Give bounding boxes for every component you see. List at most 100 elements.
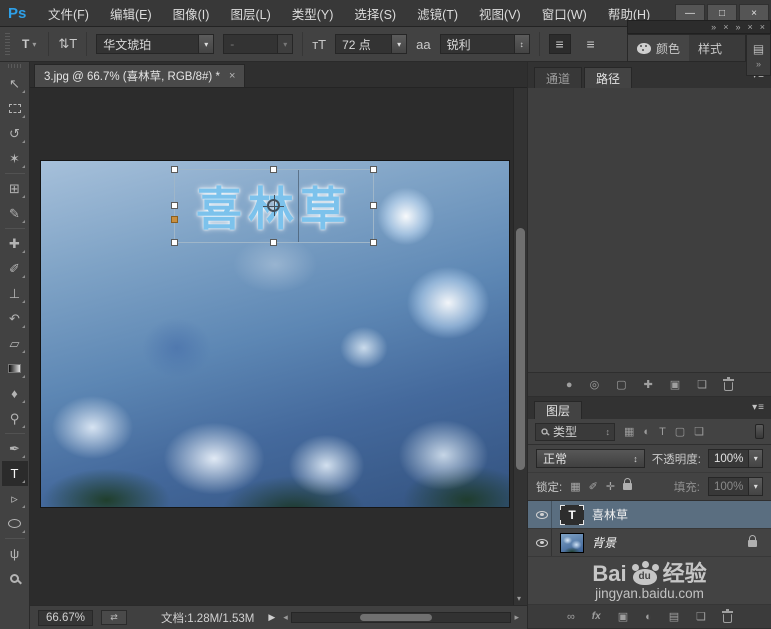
filter-shape-layers-icon[interactable]: ▢ <box>675 425 685 438</box>
add-mask-icon[interactable]: ▣ <box>670 378 680 391</box>
status-flyout-icon[interactable]: ▶ <box>268 612 275 623</box>
scroll-left-arrow-icon[interactable]: ◂ <box>283 612 288 623</box>
text-transform-box[interactable]: 喜林草 <box>171 166 377 246</box>
filter-adjustment-layers-icon[interactable]: ◐ <box>643 426 650 438</box>
opacity-field[interactable]: 100% ▾ <box>708 449 763 468</box>
menu-item-file[interactable]: 文件(F) <box>48 4 89 23</box>
fill-path-icon[interactable]: ● <box>566 379 573 391</box>
eyedropper-tool[interactable]: ✎ <box>2 201 28 226</box>
tool-preset-picker[interactable]: T ▾ <box>19 37 39 51</box>
transform-handle[interactable] <box>171 202 178 209</box>
zoom-level-field[interactable]: 66.67% <box>38 609 94 626</box>
font-family-select[interactable]: 华文琥珀 ▾ <box>96 34 215 54</box>
dodge-tool[interactable]: ⚲ <box>2 406 28 431</box>
collapse-panel-icon[interactable]: » <box>711 22 716 32</box>
make-work-path-icon[interactable]: ✚ <box>644 378 653 391</box>
link-layers-icon[interactable]: ∞ <box>567 611 575 623</box>
blend-mode-select[interactable]: 正常 ↕ <box>536 449 645 468</box>
lock-transparency-icon[interactable]: ▦ <box>570 480 580 493</box>
horizontal-scrollbar-thumb[interactable] <box>359 614 432 621</box>
transform-handle[interactable] <box>270 239 277 246</box>
paragraph-panel-icon[interactable]: ▤ <box>753 42 764 56</box>
menu-item-edit[interactable]: 编辑(E) <box>110 4 152 23</box>
background-layer-thumbnail[interactable] <box>560 532 584 553</box>
zoom-tool[interactable] <box>2 566 28 591</box>
transform-handle[interactable] <box>370 166 377 173</box>
delete-layer-icon[interactable] <box>722 609 734 623</box>
load-path-selection-icon[interactable]: ▢ <box>616 378 626 391</box>
transform-handle[interactable] <box>270 166 277 173</box>
new-layer-icon[interactable]: ❏ <box>696 610 706 623</box>
pen-tool[interactable]: ✒ <box>2 436 28 461</box>
new-path-icon[interactable]: ❏ <box>697 378 707 391</box>
filter-type-layers-icon[interactable]: T <box>659 426 666 438</box>
horizontal-scrollbar[interactable]: ◂ ▸ <box>283 612 519 623</box>
new-group-icon[interactable]: ▤ <box>669 610 679 623</box>
tab-paths[interactable]: 路径 <box>584 67 633 88</box>
anti-alias-select[interactable]: 锐利 ↕ <box>439 34 530 54</box>
canvas-area[interactable]: 喜林草 ▾ <box>30 88 527 605</box>
transform-handle[interactable] <box>370 239 377 246</box>
menu-item-filter[interactable]: 滤镜(T) <box>417 4 458 23</box>
close-document-icon[interactable]: × <box>229 70 235 82</box>
history-brush-tool[interactable]: ↶ <box>2 306 28 331</box>
text-layer-thumbnail[interactable]: T <box>560 504 584 525</box>
layer-filter-select[interactable]: 类型 ↕ <box>535 422 615 441</box>
layer-visibility-toggle[interactable] <box>532 501 552 528</box>
vertical-scrollbar-thumb[interactable] <box>516 228 525 470</box>
align-left-button[interactable]: ≡ <box>548 34 571 54</box>
layer-row-background[interactable]: 背景 <box>528 529 771 557</box>
document-image[interactable]: 喜林草 <box>40 160 510 508</box>
tab-layers[interactable]: 图层 <box>534 401 583 419</box>
expand-dock-icon[interactable]: » <box>756 59 761 69</box>
transform-handle[interactable] <box>171 166 178 173</box>
brush-tool[interactable]: ✐ <box>2 256 28 281</box>
document-tab[interactable]: 3.jpg @ 66.7% (喜林草, RGB/8#) * × <box>34 64 246 87</box>
layer-name[interactable]: 背景 <box>592 534 616 551</box>
menu-item-view[interactable]: 视图(V) <box>479 4 521 23</box>
paths-panel-body[interactable] <box>528 88 771 373</box>
clone-stamp-tool[interactable]: ⊥ <box>2 281 28 306</box>
close-panel-icon[interactable]: × <box>760 22 765 32</box>
delete-path-icon[interactable] <box>723 377 735 391</box>
fill-field[interactable]: 100% ▾ <box>708 477 763 496</box>
ellipse-tool[interactable] <box>2 511 28 536</box>
layer-visibility-toggle[interactable] <box>532 529 552 556</box>
rectangular-marquee-tool[interactable] <box>2 96 28 121</box>
close-panel-icon[interactable]: × <box>723 22 728 32</box>
text-anchor-point[interactable] <box>171 216 178 224</box>
align-center-button[interactable]: ≡ <box>580 34 602 54</box>
type-tool[interactable]: T <box>1 461 28 486</box>
healing-brush-tool[interactable]: ✚ <box>2 231 28 256</box>
new-adjustment-layer-icon[interactable]: ◐ <box>645 611 652 623</box>
font-style-select[interactable]: - ▾ <box>223 34 294 54</box>
collapse-panel-icon[interactable]: » <box>735 22 740 32</box>
crop-tool[interactable]: ⊞ <box>2 176 28 201</box>
menu-item-layer[interactable]: 图层(L) <box>230 4 270 23</box>
layer-row-text[interactable]: T 喜林草 <box>528 501 771 529</box>
stroke-path-icon[interactable]: ◎ <box>590 378 600 391</box>
toggle-text-orientation-icon[interactable]: ⇅T <box>58 36 77 52</box>
tab-channels[interactable]: 通道 <box>534 67 583 88</box>
blur-tool[interactable]: ♦ <box>2 381 28 406</box>
filter-toggle-switch[interactable] <box>755 424 764 439</box>
path-selection-tool[interactable]: ▹ <box>2 486 28 511</box>
horizontal-scrollbar-track[interactable] <box>290 612 512 623</box>
menu-item-window[interactable]: 窗口(W) <box>542 4 587 23</box>
move-tool[interactable]: ↖ <box>2 71 28 96</box>
menu-item-type[interactable]: 类型(Y) <box>292 4 334 23</box>
menu-item-image[interactable]: 图像(I) <box>173 4 210 23</box>
tab-color[interactable]: 颜色 <box>628 35 690 61</box>
tab-styles[interactable]: 样式 <box>689 35 731 61</box>
font-size-select[interactable]: 72 点 ▾ <box>335 34 408 54</box>
transform-handle[interactable] <box>370 202 377 209</box>
filter-pixel-layers-icon[interactable]: ▦ <box>624 425 634 438</box>
magic-wand-tool[interactable]: ✶ <box>2 146 28 171</box>
lock-position-icon[interactable]: ✛ <box>606 480 615 493</box>
add-layer-mask-icon[interactable]: ▣ <box>618 610 628 623</box>
filter-smart-objects-icon[interactable]: ❏ <box>694 425 704 438</box>
hand-tool[interactable]: ψ <box>2 541 28 566</box>
layer-style-fx-icon[interactable]: fx <box>592 611 601 622</box>
close-panel-icon[interactable]: × <box>747 22 752 32</box>
layer-name[interactable]: 喜林草 <box>592 506 628 523</box>
